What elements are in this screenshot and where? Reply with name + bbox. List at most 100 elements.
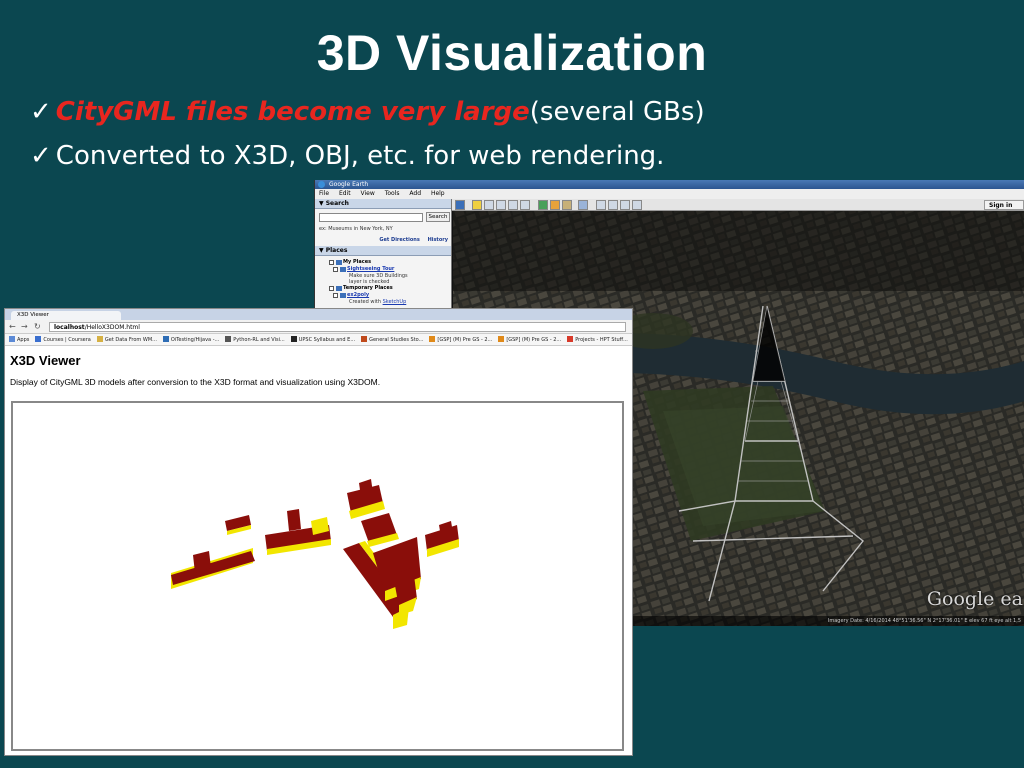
search-panel-header[interactable]: ▼ Search <box>315 199 451 209</box>
checkbox-icon[interactable] <box>333 267 338 272</box>
bookmark-favicon-icon <box>567 336 574 342</box>
bookmark-favicon-icon <box>498 336 505 342</box>
ge-toolbar: Sign in <box>452 199 1024 211</box>
tree-item-ex2poly[interactable]: ex2poly <box>315 292 451 299</box>
ge-menubar: File Edit View Tools Add Help <box>315 189 1024 199</box>
bookmark-label: Projects - HPT Stuff... <box>575 337 628 343</box>
folder-icon <box>340 267 346 272</box>
placemark-icon[interactable] <box>472 200 482 210</box>
tree-item-sightseeing-tour[interactable]: Sightseeing Tour <box>315 266 451 273</box>
reload-icon[interactable]: ↻ <box>34 322 41 332</box>
bookmark-item[interactable]: Python-RL and Visi... <box>225 334 285 345</box>
back-icon[interactable]: ← <box>9 322 16 332</box>
bookmark-favicon-icon <box>361 336 368 342</box>
menu-add[interactable]: Add <box>409 190 421 197</box>
search-button[interactable]: Search <box>426 212 450 222</box>
search-links: Get Directions History <box>315 234 451 246</box>
bookmark-label: [GSP] (M) Pre GS - 2... <box>437 337 493 343</box>
tree-item-my-places[interactable]: My Places <box>315 259 451 266</box>
menu-file[interactable]: File <box>319 190 329 197</box>
x3d-browser-window: X3D Viewer ← → ↻ localhost/HelloX3DOM.ht… <box>4 308 633 756</box>
path-icon[interactable] <box>496 200 506 210</box>
bookmark-label: Courses | Coursera <box>43 337 91 343</box>
folder-icon <box>340 293 346 298</box>
ruler-icon[interactable] <box>578 200 588 210</box>
bullet-converted: ✓ Converted to X3D, OBJ, etc. for web ren… <box>30 134 705 178</box>
bullet-text: Converted to X3D, OBJ, etc. for web rend… <box>55 141 665 171</box>
x3d-canvas[interactable] <box>11 401 624 751</box>
ge-window-title: Google Earth <box>329 181 369 188</box>
bookmark-label: Python-RL and Visi... <box>233 337 285 343</box>
bookmark-item[interactable]: Projects - HPT Stuff... <box>567 334 628 345</box>
address-bar[interactable]: localhost/HelloX3DOM.html <box>49 322 626 332</box>
bookmark-favicon-icon <box>290 336 297 342</box>
bookmark-item[interactable]: [GSP] (M) Pre GS - 2... <box>429 334 493 345</box>
bookmark-item[interactable]: Get Data From WM... <box>96 334 157 345</box>
folder-icon <box>336 260 342 265</box>
menu-tools[interactable]: Tools <box>385 190 400 197</box>
get-directions-link[interactable]: Get Directions <box>379 237 419 243</box>
bookmark-item[interactable]: Courses | Coursera <box>35 334 91 345</box>
menu-edit[interactable]: Edit <box>339 190 351 197</box>
places-tree: My Places Sightseeing Tour Make sure 3D … <box>315 256 451 305</box>
overlay-icon[interactable] <box>508 200 518 210</box>
save-image-icon[interactable] <box>620 200 630 210</box>
sunlight-icon[interactable] <box>550 200 560 210</box>
bookmark-item[interactable]: UPSC Syllabus and E... <box>290 334 356 345</box>
slide-title: 3D Visualization <box>316 25 708 81</box>
building-block-center <box>265 509 331 555</box>
sketchup-link[interactable]: SketchUp <box>383 299 407 305</box>
view-in-maps-icon[interactable] <box>632 200 642 210</box>
bookmark-item[interactable]: Apps <box>9 334 30 345</box>
google-earth-watermark: Google ea <box>926 588 1023 610</box>
bookmark-item[interactable]: [GSP] (M) Pre GS - 2... <box>498 334 562 345</box>
bullet-emphasis: CityGML files become very large <box>55 97 530 127</box>
menu-help[interactable]: Help <box>431 190 445 197</box>
tree-item-temporary-places[interactable]: Temporary Places <box>315 285 451 292</box>
tour-record-icon[interactable] <box>520 200 530 210</box>
browser-nav-bar: ← → ↻ localhost/HelloX3DOM.html <box>5 320 632 334</box>
bookmark-item[interactable]: General Studies Sto... <box>361 334 424 345</box>
polygon-icon[interactable] <box>484 200 494 210</box>
citygml-3d-buildings-model <box>171 479 459 629</box>
bookmark-favicon-icon <box>96 336 103 342</box>
search-hint: ex: Museums in New York, NY <box>319 226 393 232</box>
bullet-list: ✓ CityGML files become very large(several… <box>30 90 705 178</box>
bookmark-favicon-icon <box>429 336 436 342</box>
email-icon[interactable] <box>596 200 606 210</box>
ge-search-row: Search <box>315 209 451 225</box>
checkbox-icon[interactable] <box>329 260 334 265</box>
bookmark-label: Apps <box>17 337 30 343</box>
bookmark-label: General Studies Sto... <box>369 337 424 343</box>
bullet-text: (several GBs) <box>529 97 705 127</box>
bookmark-label: UPSC Syllabus and E... <box>298 337 356 343</box>
print-icon[interactable] <box>608 200 618 210</box>
checkbox-icon[interactable] <box>333 293 338 298</box>
forward-icon[interactable]: → <box>21 322 28 332</box>
page-description: Display of CityGML 3D models after conve… <box>10 377 381 387</box>
bookmark-label: [GSP] (M) Pre GS - 2... <box>506 337 562 343</box>
building-block-left <box>171 515 255 589</box>
checkmark-icon: ✓ <box>30 97 52 127</box>
google-earth-logo-icon <box>318 181 325 188</box>
bookmark-label: OiTesting/Hijava -... <box>170 337 220 343</box>
places-panel-header[interactable]: ▼ Places <box>315 246 451 256</box>
historical-imagery-icon[interactable] <box>538 200 548 210</box>
folder-icon <box>336 286 342 291</box>
menu-view[interactable]: View <box>361 190 375 197</box>
bookmark-item[interactable]: OiTesting/Hijava -... <box>162 334 220 345</box>
browser-tab[interactable]: X3D Viewer <box>11 311 121 320</box>
bookmark-label: Get Data From WM... <box>104 337 157 343</box>
ge-titlebar: Google Earth <box>315 180 1024 189</box>
created-with-note: Created with SketchUp <box>349 299 407 305</box>
bookmark-favicon-icon <box>162 336 169 342</box>
planets-icon[interactable] <box>562 200 572 210</box>
sidebar-toggle-icon[interactable] <box>455 200 465 210</box>
bookmark-favicon-icon <box>225 336 232 342</box>
page-heading: X3D Viewer <box>10 353 81 368</box>
sign-in-button[interactable]: Sign in <box>984 200 1024 210</box>
bookmark-favicon-icon <box>35 336 42 342</box>
history-link[interactable]: History <box>428 237 448 243</box>
checkbox-icon[interactable] <box>329 286 334 291</box>
search-input[interactable] <box>319 213 423 222</box>
